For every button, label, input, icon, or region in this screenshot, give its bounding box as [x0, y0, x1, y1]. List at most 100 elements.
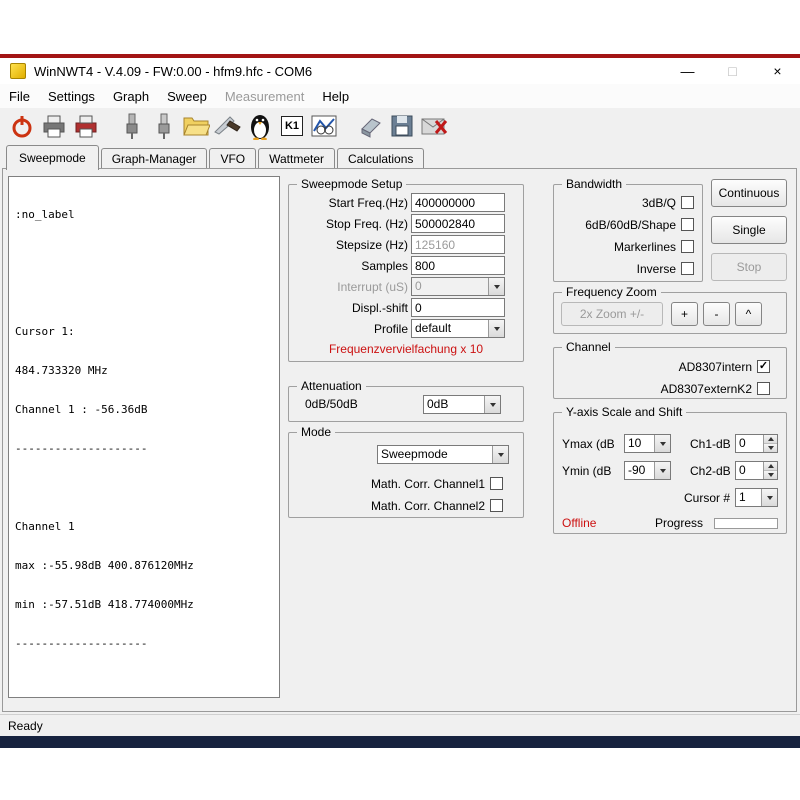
info-line: 484.733320 MHz: [15, 364, 273, 377]
minimize-button[interactable]: —: [665, 58, 710, 84]
print-icon[interactable]: [38, 111, 70, 141]
dropdown-arrow-icon[interactable]: [492, 446, 508, 463]
mode-select[interactable]: Sweepmode: [377, 445, 509, 464]
spin-down-icon[interactable]: [764, 444, 777, 452]
ymin-label: Ymin (dB: [562, 464, 611, 478]
math-corr-ch1-checkbox[interactable]: [490, 477, 503, 490]
tab-calculations[interactable]: Calculations: [337, 148, 424, 169]
progress-label: Progress: [655, 516, 703, 530]
title-bar: WinNWT4 - V.4.09 - FW:0.00 - hfm9.hfc - …: [0, 58, 800, 84]
math-corr-ch2-checkbox[interactable]: [490, 499, 503, 512]
knife-icon[interactable]: [212, 111, 244, 141]
displ-shift-input[interactable]: [411, 298, 505, 317]
inverse-checkbox[interactable]: [681, 262, 694, 275]
start-freq-input[interactable]: [411, 193, 505, 212]
save-floppy-icon[interactable]: [386, 111, 418, 141]
menu-file[interactable]: File: [0, 86, 39, 107]
attenuation-range-label: 0dB/50dB: [305, 397, 358, 411]
cursor-number-select[interactable]: 1: [735, 488, 778, 507]
stop-freq-input[interactable]: [411, 214, 505, 233]
menu-sweep[interactable]: Sweep: [158, 86, 216, 107]
eraser-icon[interactable]: [354, 111, 386, 141]
open-folder-icon[interactable]: [180, 111, 212, 141]
attenuation-select[interactable]: 0dB: [423, 395, 501, 414]
samples-input[interactable]: [411, 256, 505, 275]
zoom-minus-button[interactable]: -: [703, 302, 730, 326]
chart-view-icon[interactable]: [308, 111, 340, 141]
menu-measurement[interactable]: Measurement: [216, 86, 313, 107]
penguin-icon[interactable]: [244, 111, 276, 141]
menu-bar: File Settings Graph Sweep Measurement He…: [0, 84, 800, 108]
frequency-multiplier-note: Frequenzvervielfachung x 10: [289, 342, 523, 356]
dropdown-arrow-icon[interactable]: [654, 435, 670, 452]
bandwidth-3db-checkbox[interactable]: [681, 196, 694, 209]
stepsize-input: [411, 235, 505, 254]
menu-settings[interactable]: Settings: [39, 86, 104, 107]
connector-1-icon[interactable]: [116, 111, 148, 141]
dropdown-arrow-icon: [488, 278, 504, 295]
tab-vfo[interactable]: VFO: [209, 148, 256, 169]
cursor-number-value: 1: [736, 489, 761, 506]
ad8307-extern-label: AD8307externK2: [574, 382, 752, 396]
ad8307-extern-checkbox[interactable]: [757, 382, 770, 395]
tab-sweepmode[interactable]: Sweepmode: [6, 145, 99, 170]
inverse-label: Inverse: [554, 262, 676, 276]
channel-group: Channel AD8307intern ✓ AD8307externK2: [553, 347, 787, 399]
interrupt-value: 0: [412, 278, 488, 295]
close-button[interactable]: ×: [755, 58, 800, 84]
bandwidth-group: Bandwidth 3dB/Q 6dB/60dB/Shape Markerlin…: [553, 184, 703, 282]
stop-button: Stop: [711, 253, 787, 281]
ymax-select[interactable]: 10: [624, 434, 671, 453]
k1-badge-icon[interactable]: K1: [276, 111, 308, 141]
dropdown-arrow-icon[interactable]: [654, 462, 670, 479]
frequency-zoom-group: Frequency Zoom 2x Zoom +/- + - ^: [553, 292, 787, 334]
dropdown-arrow-icon[interactable]: [484, 396, 500, 413]
attenuation-title: Attenuation: [297, 379, 366, 393]
math-corr-ch1-label: Math. Corr. Channel1: [291, 477, 485, 491]
spin-up-icon[interactable]: [764, 462, 777, 471]
sweepmode-setup-title: Sweepmode Setup: [297, 177, 406, 191]
info-line: max :-55.98dB 400.876120MHz: [15, 559, 273, 572]
y-axis-title: Y-axis Scale and Shift: [562, 405, 686, 419]
ch1-shift-value: 0: [736, 435, 763, 452]
bottom-bar: [0, 736, 800, 748]
window-controls: — □ ×: [665, 58, 800, 84]
stop-freq-label: Stop Freq. (Hz): [291, 217, 408, 231]
spin-up-icon[interactable]: [764, 435, 777, 444]
bandwidth-6db-label: 6dB/60dB/Shape: [554, 218, 676, 232]
tab-graph-manager[interactable]: Graph-Manager: [101, 148, 208, 169]
ch1-shift-label: Ch1-dB: [690, 437, 731, 451]
zoom-plus-button[interactable]: +: [671, 302, 698, 326]
markerlines-checkbox[interactable]: [681, 240, 694, 253]
single-button[interactable]: Single: [711, 216, 787, 244]
toolbar-separator: [102, 111, 116, 141]
power-off-icon[interactable]: [6, 111, 38, 141]
bandwidth-6db-checkbox[interactable]: [681, 218, 694, 231]
displ-shift-label: Displ.-shift: [291, 301, 408, 315]
connector-2-icon[interactable]: [148, 111, 180, 141]
mail-close-icon[interactable]: [418, 111, 450, 141]
continuous-button[interactable]: Continuous: [711, 179, 787, 207]
maximize-button[interactable]: □: [710, 58, 755, 84]
zoom-up-button[interactable]: ^: [735, 302, 762, 326]
attenuation-group: Attenuation 0dB/50dB 0dB: [288, 386, 524, 422]
dropdown-arrow-icon[interactable]: [488, 320, 504, 337]
tab-wattmeter[interactable]: Wattmeter: [258, 148, 335, 169]
app-icon: [10, 63, 26, 79]
menu-help[interactable]: Help: [313, 86, 358, 107]
info-line: min :-57.51dB 418.774000MHz: [15, 598, 273, 611]
ymax-value: 10: [625, 435, 654, 452]
profile-select[interactable]: default: [411, 319, 505, 338]
ymin-select[interactable]: -90: [624, 461, 671, 480]
dropdown-arrow-icon[interactable]: [761, 489, 777, 506]
info-line: [15, 481, 273, 494]
print-color-icon[interactable]: [70, 111, 102, 141]
ch1-shift-spinner[interactable]: 0: [735, 434, 778, 453]
profile-label: Profile: [291, 322, 408, 336]
ad8307-intern-checkbox[interactable]: ✓: [757, 360, 770, 373]
menu-graph[interactable]: Graph: [104, 86, 158, 107]
spin-down-icon[interactable]: [764, 471, 777, 479]
ch2-shift-spinner[interactable]: 0: [735, 461, 778, 480]
zoom-2x-button: 2x Zoom +/-: [561, 302, 663, 326]
info-line: Channel 1 : -56.36dB: [15, 403, 273, 416]
